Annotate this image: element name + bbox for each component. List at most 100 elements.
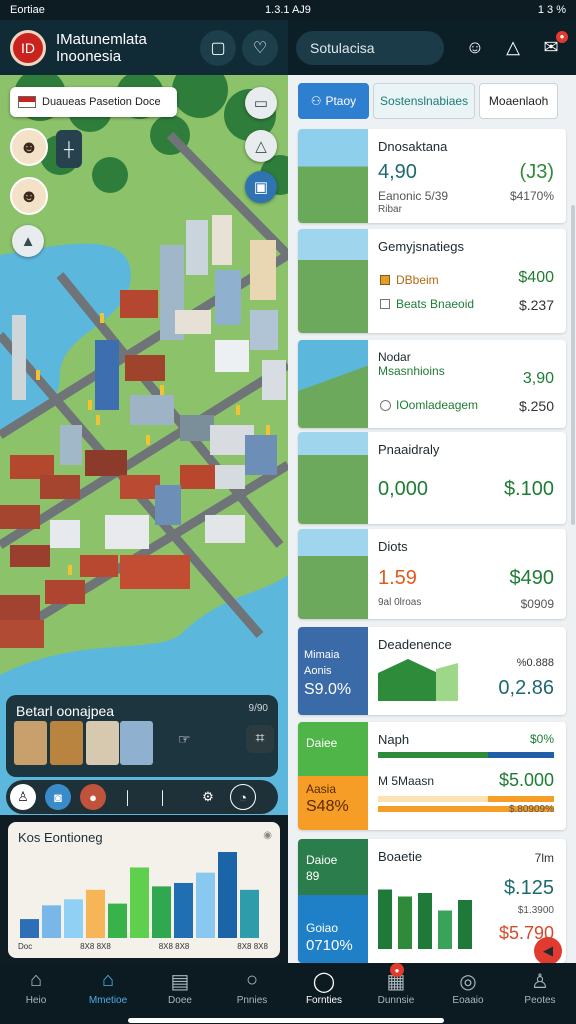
profile-button[interactable]: ☺	[458, 31, 492, 65]
checkbox[interactable]	[380, 299, 390, 309]
camera-icon: ◙	[54, 789, 62, 805]
hand-pointer-icon: ☞	[178, 731, 191, 747]
advisor-avatar[interactable]: ☻	[10, 128, 48, 166]
build-count: 9/90	[248, 703, 268, 714]
divider-tool[interactable]: │	[115, 784, 141, 810]
nav-home[interactable]: ⌂ Heio	[0, 963, 72, 1024]
axis-label: 8X8 8X8	[80, 942, 111, 951]
stat-card[interactable]: Pnaaidraly 0,000 $.100	[298, 432, 566, 524]
checkbox-checked[interactable]	[380, 275, 390, 285]
location-tag[interactable]: Duaueas Pasetion Doce	[10, 87, 177, 117]
camera-tool[interactable]: ◙	[45, 784, 71, 810]
stat-card[interactable]: Daiee Aasia S48% Naph $0% M 5Maasn $5.00…	[298, 722, 566, 830]
bell-button[interactable]: △	[496, 31, 530, 65]
location-label: Duaueas Pasetion Doce	[42, 96, 161, 108]
sparkline-bar	[378, 889, 392, 949]
chart-icon: ◔	[239, 789, 247, 805]
food-tool[interactable]: ●	[80, 784, 106, 810]
alert-fab[interactable]: ◀	[534, 937, 562, 963]
row-value: $400	[518, 269, 554, 286]
card-title: Boaetie	[378, 849, 423, 864]
card-thumbnail	[298, 432, 368, 524]
card-sub-right: $4170%	[509, 189, 554, 203]
mosque-button[interactable]: ▲	[12, 225, 44, 257]
search-field[interactable]: Sotulacisa	[296, 30, 444, 65]
nav-stats[interactable]: ◯ Fornties	[288, 963, 360, 1024]
axis-label: 8X8 8X8	[237, 942, 268, 951]
card-side-panel: Daioe 89 Goiao 0710%	[298, 839, 368, 963]
globe-icon: ◎	[459, 971, 477, 993]
battery-text: 1 3 %	[537, 4, 566, 16]
clipboard-button[interactable]: ▢	[200, 29, 236, 66]
nav-city[interactable]: ⌂ Mmetioe	[72, 963, 144, 1024]
stat-card[interactable]: Nodar Msasnhioins 3,90 IOomladeagem $.25…	[298, 340, 566, 428]
build-option-villa[interactable]	[86, 721, 119, 765]
radio[interactable]	[380, 400, 391, 411]
flag-icon	[18, 96, 36, 108]
list-header: Sotulacisa ☺ △ ✉ ●	[288, 20, 576, 75]
card-thumbnail	[298, 340, 368, 428]
build-option-house[interactable]	[14, 721, 47, 765]
stats-list: ⚇ Ptaoy Sostenslnabiaes Moaenlaoh Dnosakt…	[288, 75, 576, 963]
nav-search[interactable]: ○ Pnnies	[216, 963, 288, 1024]
tab-sustainability[interactable]: Sostenslnabiaes	[372, 83, 476, 119]
economy-bar	[174, 882, 193, 938]
card-value: 3,90	[522, 370, 554, 387]
tab-policy[interactable]: ⚇ Ptaoy	[298, 83, 369, 119]
card-side-panel: Daiee Aasia S48%	[298, 722, 368, 830]
pin-marker[interactable]: ┼	[56, 130, 82, 168]
divider-icon: │	[158, 789, 168, 805]
card-sub-right: %0.888	[516, 657, 554, 669]
stat-card[interactable]: Daioe 89 Goiao 0710% Boaetie 7lm $.125 $…	[298, 839, 566, 963]
settings-tool[interactable]: ⚙	[195, 784, 221, 810]
economy-bar	[130, 867, 149, 938]
indonesia-logo-icon: ID	[10, 29, 46, 66]
notification-badge: ●	[390, 963, 404, 977]
resource-button[interactable]: △	[245, 130, 277, 162]
side-value: S9.0%	[304, 681, 352, 698]
stat-card[interactable]: Gemyjsnatiegs DBbeim $400 Beats Bnaeoid …	[298, 229, 566, 333]
like-button[interactable]: ♡	[242, 29, 278, 66]
person-icon: ♙	[17, 789, 29, 804]
side-value: S48%	[306, 798, 349, 815]
build-option-roof[interactable]	[50, 721, 83, 765]
nav-docs[interactable]: ▤ Doee	[144, 963, 216, 1024]
area-sparkline	[378, 659, 458, 701]
divider-tool-2[interactable]: │	[150, 784, 176, 810]
nav-reports[interactable]: ▦ ● Dunnsie	[360, 963, 432, 1024]
row-label: M 5Maasn	[378, 774, 435, 788]
card-sub-2: Ribar	[378, 204, 402, 215]
card-sub-right-2: $1.3900	[517, 905, 554, 916]
pin-icon: ┼	[64, 141, 74, 157]
crop-button[interactable]: ⌗	[246, 725, 274, 753]
advisor-avatar-2[interactable]: ☻	[10, 177, 48, 215]
stat-card[interactable]: Mimaia Aonis S9.0% Deadenence %0.888 0,2…	[298, 627, 566, 715]
economy-axis: Doc 8X8 8X8 8X8 8X8 8X8 8X8	[18, 942, 268, 951]
home-indicator	[128, 1018, 444, 1023]
stat-card[interactable]: Diots 1.59 $490 9al 0lroas $0909	[298, 529, 566, 619]
stat-card[interactable]: Dnosaktana 4,90 (J3) Eanonic 5/39 $4170%…	[298, 129, 566, 223]
economy-bar	[218, 852, 237, 938]
bar-sparkline	[378, 889, 472, 949]
build-option-tower[interactable]	[120, 721, 153, 765]
profile-tool[interactable]: ♙	[10, 784, 36, 810]
person-icon: ♙	[531, 971, 549, 993]
card-thumbnail	[298, 529, 368, 619]
tab-monthly[interactable]: Moaenlaoh	[479, 83, 558, 119]
nav-economy[interactable]: ◎ Eoaaio	[432, 963, 504, 1024]
row-label: DBbeim	[396, 273, 439, 287]
scrollbar[interactable]	[571, 205, 575, 525]
person-icon: ☻	[19, 185, 39, 206]
calendar-icon: ▣	[253, 179, 269, 196]
calendar-button[interactable]: ▣	[245, 171, 277, 203]
card-title: Diots	[378, 539, 408, 554]
carrier-text: Eortiae	[10, 4, 45, 16]
nav-profile[interactable]: ♙ Peotes	[504, 963, 576, 1024]
chat-bubble-button[interactable]: ▭	[245, 87, 277, 119]
chart-tool[interactable]: ◔	[230, 784, 256, 810]
card-title: Naph	[378, 732, 410, 747]
speech-icon: ▭	[253, 95, 269, 112]
messages-button[interactable]: ✉ ●	[534, 30, 568, 65]
user-icon: ☺	[465, 37, 485, 57]
circle-icon: ◯	[312, 971, 336, 993]
